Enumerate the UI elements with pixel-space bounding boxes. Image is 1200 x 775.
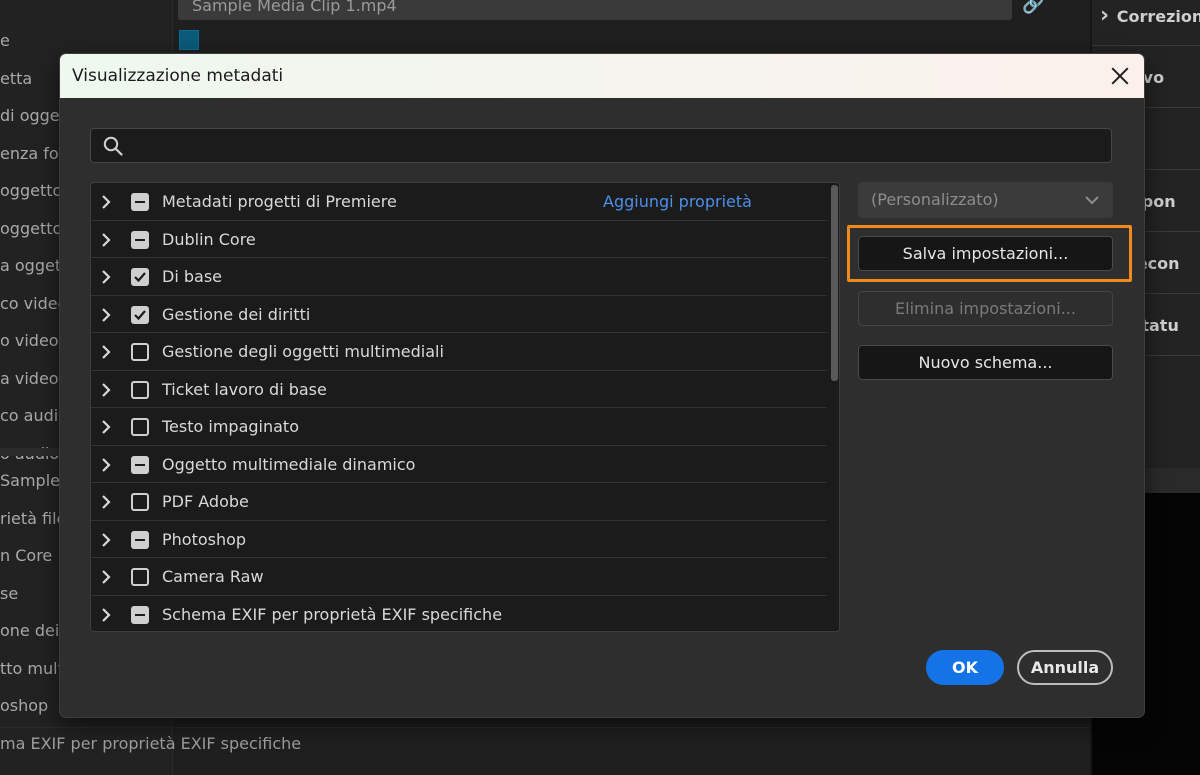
tree-row[interactable]: Photoshop xyxy=(91,521,827,558)
tree-row[interactable]: Gestione degli oggetti multimediali xyxy=(91,333,827,371)
schema-checkbox[interactable] xyxy=(131,380,149,399)
add-property-link[interactable]: Aggiungi proprietà xyxy=(603,183,752,220)
schema-checkbox[interactable] xyxy=(131,305,149,324)
schema-label: Metadati progetti di Premiere xyxy=(162,192,397,211)
metadata-schema-tree: Schema EXIF per proprietà EXIF specifich… xyxy=(90,182,840,632)
chevron-right-icon[interactable] xyxy=(99,195,113,209)
schema-checkbox[interactable] xyxy=(131,268,149,286)
chevron-right-icon[interactable] xyxy=(99,345,113,359)
tree-row[interactable]: Metadati progetti di Premiere Aggiungi pr… xyxy=(91,183,827,221)
schema-label: Testo impaginato xyxy=(162,417,299,436)
schema-label: Gestione degli oggetti multimediali xyxy=(162,342,444,361)
schema-checkbox[interactable] xyxy=(131,230,149,249)
dialog-title-text: Visualizzazione metadati xyxy=(72,66,284,86)
schema-checkbox[interactable] xyxy=(131,493,149,511)
schema-label: Photoshop xyxy=(162,529,247,549)
save-settings-button[interactable]: Salva impostazioni... xyxy=(858,236,1113,271)
tree-scrollbar[interactable] xyxy=(828,183,839,631)
dialog-title: Visualizzazione metadati xyxy=(60,54,1144,98)
metadata-display-dialog: Visualizzazione metadati Schema EXIF per… xyxy=(60,54,1144,717)
tree-row[interactable]: PDF Adobe xyxy=(91,483,827,521)
schema-checkbox[interactable] xyxy=(131,193,149,211)
schema-label: Di base xyxy=(162,267,222,286)
schema-label: Ticket lavoro di base xyxy=(162,379,327,399)
schema-label: Dublin Core xyxy=(162,229,256,249)
chevron-right-icon[interactable] xyxy=(99,307,113,322)
checkmark-icon xyxy=(134,309,146,320)
schema-label: Gestione dei diritti xyxy=(162,304,311,324)
clip-name-field[interactable]: Sample Media Clip 1.mp4 xyxy=(178,0,1012,20)
schema-checkbox[interactable] xyxy=(131,455,149,474)
search-icon xyxy=(103,136,123,156)
tree-row[interactable]: Schema EXIF per proprietà EXIF specifich… xyxy=(91,596,827,632)
schema-checkbox[interactable] xyxy=(131,343,149,361)
chevron-right-icon[interactable] xyxy=(99,382,113,397)
schema-checkbox[interactable] xyxy=(131,418,149,436)
bottom-row: ma EXIF per proprietà EXIF specifiche xyxy=(0,727,1090,759)
search-input[interactable] xyxy=(135,129,1095,162)
chevron-right-icon[interactable] xyxy=(99,232,113,247)
tree-row[interactable]: Gestione dei diritti xyxy=(91,296,827,333)
lumetri-section-label: Correzion xyxy=(1116,7,1200,26)
preset-dropdown[interactable]: (Personalizzato) xyxy=(858,182,1113,218)
schema-checkbox[interactable] xyxy=(131,568,149,586)
unlink-icon[interactable]: 🔗 xyxy=(1022,0,1044,15)
chevron-right-icon[interactable] xyxy=(99,457,113,472)
tree-row[interactable]: Camera Raw xyxy=(91,558,827,596)
schema-label: Schema EXIF per proprietà EXIF specifich… xyxy=(162,604,503,624)
chevron-down-icon xyxy=(1085,196,1099,205)
ok-button[interactable]: OK xyxy=(926,650,1004,685)
chevron-right-icon[interactable] xyxy=(99,532,113,547)
tree-scrollbar-thumb[interactable] xyxy=(831,185,838,381)
tree-row[interactable]: Dublin Core xyxy=(91,221,827,258)
lumetri-section-item[interactable]: › Correzion xyxy=(1092,0,1200,46)
schema-label: Camera Raw xyxy=(162,567,264,586)
schema-checkbox[interactable] xyxy=(131,605,149,624)
close-icon[interactable] xyxy=(1110,66,1130,86)
chevron-right-icon[interactable] xyxy=(99,570,113,584)
schema-label: PDF Adobe xyxy=(162,492,249,511)
tree-row[interactable]: Oggetto multimediale dinamico xyxy=(91,446,827,483)
chevron-right-icon[interactable] xyxy=(99,495,113,509)
cancel-button[interactable]: Annulla xyxy=(1017,650,1113,685)
schema-label: Oggetto multimediale dinamico xyxy=(162,454,416,474)
tree-row[interactable]: Testo impaginato xyxy=(91,408,827,446)
chevron-right-icon[interactable] xyxy=(99,607,113,622)
new-schema-button[interactable]: Nuovo schema... xyxy=(858,345,1113,380)
preset-selected-value: (Personalizzato) xyxy=(871,190,999,209)
chevron-right-icon: › xyxy=(1100,3,1117,28)
tree-row[interactable]: Ticket lavoro di base xyxy=(91,371,827,408)
tree-row[interactable]: Di base xyxy=(91,258,827,296)
delete-settings-button[interactable]: Elimina impostazioni... xyxy=(858,291,1113,326)
schema-checkbox[interactable] xyxy=(131,530,149,549)
search-field[interactable] xyxy=(90,128,1112,163)
checkmark-icon xyxy=(134,272,146,283)
chevron-right-icon[interactable] xyxy=(99,420,113,434)
color-label-swatch[interactable] xyxy=(179,30,199,50)
chevron-right-icon[interactable] xyxy=(99,270,113,284)
